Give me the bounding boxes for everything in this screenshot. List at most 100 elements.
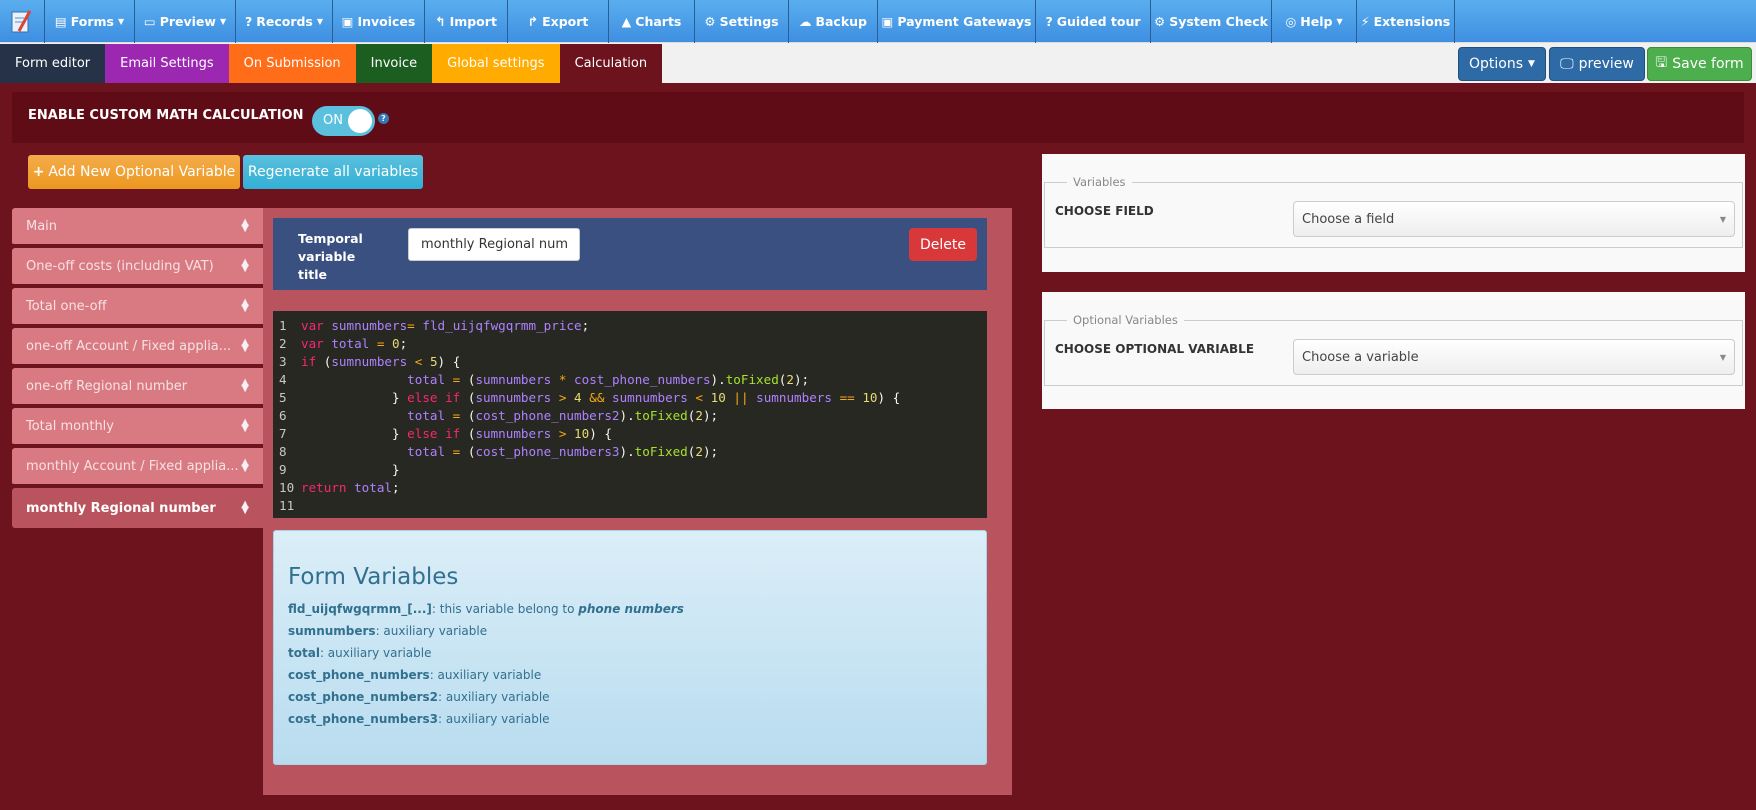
caret-down-icon: ▼ — [1336, 17, 1343, 26]
variable-list-item[interactable]: one-off Regional number ▲ ▼ — [12, 368, 263, 406]
variable-list-item[interactable]: one-off Account / Fixed applia... ▲ ▼ — [12, 328, 263, 366]
code-line: 3 if (sumnumbers < 5) { — [279, 354, 461, 369]
code-editor[interactable]: 1 var sumnumbers= fld_uijqfwgqrmm_price; 2… — [273, 311, 987, 518]
code-line: 8 total = (cost_phone_numbers3).toFixed(… — [279, 444, 719, 459]
nav-invoices[interactable]: ▣ Invoices — [333, 0, 425, 43]
code-line: 5 } else if (sumnumbers > 4 && sumnumber… — [279, 390, 901, 405]
variable-editor: Temporal variable title Delete 1var sumn… — [263, 208, 1012, 795]
variable-title-input[interactable] — [408, 228, 580, 261]
nav-preview[interactable]: ▭ Preview ▼ — [135, 0, 236, 43]
tab-invoice[interactable]: Invoice — [355, 44, 433, 83]
sort-icon: ▲ ▼ — [241, 217, 249, 234]
choose-field-label: CHOOSE FIELD — [1055, 204, 1154, 218]
enable-label: ENABLE CUSTOM MATH CALCULATION — [28, 108, 304, 123]
app-logo[interactable] — [0, 0, 45, 43]
code-line: 6 total = (cost_phone_numbers2).toFixed(… — [279, 408, 719, 423]
sort-icon: ▲ ▼ — [241, 417, 249, 434]
nav-guided-tour[interactable]: ? Guided tour — [1036, 0, 1151, 43]
options-button[interactable]: Options ▼ — [1458, 47, 1546, 81]
caret-down-icon: ▼ — [1528, 59, 1535, 69]
reply-icon: ↰ — [435, 14, 446, 29]
nav-export[interactable]: ↱ Export — [508, 0, 609, 43]
question-icon: ? — [1045, 14, 1053, 29]
code-line: 2 var total = 0; — [279, 336, 408, 351]
nav-settings[interactable]: ⚙ Settings — [695, 0, 789, 43]
variable-list-item[interactable]: One-off costs (including VAT) ▲ ▼ — [12, 248, 263, 286]
money-icon: ▣ — [881, 14, 894, 29]
sort-icon: ▲ ▼ — [241, 499, 249, 516]
optional-variables-legend: Optional Variables — [1067, 313, 1184, 327]
code-line: 10 return total; — [279, 480, 400, 495]
monitor-icon: ▭ — [143, 14, 156, 29]
nav-import[interactable]: ↰ Import — [425, 0, 508, 43]
form-variables-title: Form Variables — [288, 564, 459, 590]
plus-icon: + — [32, 164, 45, 180]
nav-charts[interactable]: ▲ Charts — [609, 0, 695, 43]
variable-header: Temporal variable title Delete — [273, 218, 987, 290]
code-line: 1 var sumnumbers= fld_uijqfwgqrmm_price; — [279, 318, 590, 333]
tab-calculation[interactable]: Calculation — [559, 44, 663, 83]
nav-forms[interactable]: ▤ Forms ▼ — [45, 0, 135, 43]
sort-icon: ▲ ▼ — [241, 377, 249, 394]
choose-variable-select[interactable]: Choose a variable ▼ — [1293, 339, 1735, 375]
regenerate-variables-button[interactable]: Regenerate all variables — [243, 155, 423, 189]
tab-email-settings[interactable]: Email Settings — [105, 44, 229, 83]
enable-toggle[interactable]: ON — [312, 106, 375, 136]
nav-system-check[interactable]: ⚙ System Check — [1151, 0, 1272, 43]
sort-icon: ▲ ▼ — [241, 297, 249, 314]
gear-icon: ⚙ — [1154, 14, 1166, 29]
nav-extensions[interactable]: ⚡ Extensions — [1357, 0, 1455, 43]
help-icon[interactable]: ? — [378, 113, 389, 124]
variable-list-item[interactable]: Main ▲ ▼ — [12, 208, 263, 246]
tab-form-editor[interactable]: Form editor — [0, 44, 106, 83]
nav-backup[interactable]: ☁ Backup — [789, 0, 878, 43]
add-optional-variable-button[interactable]: + Add New Optional Variable — [28, 155, 240, 189]
variable-list-item[interactable]: monthly Regional number ▲ ▼ — [12, 488, 263, 528]
form-variable-item: fld_uijqfwgqrmm_[...]: this variable bel… — [288, 602, 684, 616]
code-line: 4 total = (sumnumbers * cost_phone_numbe… — [279, 372, 810, 387]
preview-button[interactable]: 🖵 preview — [1549, 47, 1645, 81]
variables-panel: Variables CHOOSE FIELD Choose a field ▼ — [1042, 154, 1745, 272]
plug-icon: ⚡ — [1360, 14, 1370, 29]
variable-list: Main ▲ ▼ One-off costs (including VAT) ▲ ▼ Tot… — [12, 208, 263, 530]
caret-down-icon: ▼ — [219, 17, 227, 26]
code-line: 9 } — [279, 462, 400, 477]
caret-down-icon: ▼ — [117, 17, 125, 26]
nav-payment-gateways[interactable]: ▣ Payment Gateways — [878, 0, 1036, 43]
nav-help[interactable]: ◎ Help ▼ — [1272, 0, 1357, 43]
sort-icon: ▲ ▼ — [241, 257, 249, 274]
form-variable-item: cost_phone_numbers3: auxiliary variable — [288, 712, 550, 726]
save-form-button[interactable]: 🖫 Save form — [1647, 47, 1752, 81]
monitor-icon: 🖵 — [1560, 56, 1574, 72]
tab-on-submission[interactable]: On Submission — [228, 44, 356, 83]
form-variable-item: sumnumbers: auxiliary variable — [288, 624, 488, 638]
variable-list-item[interactable]: Total one-off ▲ ▼ — [12, 288, 263, 326]
toggle-knob — [348, 109, 372, 133]
enable-calculation-bar: ENABLE CUSTOM MATH CALCULATION ON ? — [12, 92, 1744, 143]
optional-variables-panel: Optional Variables CHOOSE OPTIONAL VARIA… — [1042, 292, 1745, 409]
form-variable-item: cost_phone_numbers: auxiliary variable — [288, 668, 542, 682]
title-label: Temporal variable title — [298, 231, 363, 282]
delete-button[interactable]: Delete — [909, 228, 977, 261]
calculation-page: ENABLE CUSTOM MATH CALCULATION ON ? + Add… — [0, 83, 1756, 810]
caret-down-icon: ▼ — [1719, 214, 1726, 224]
cloud-icon: ☁ — [798, 14, 812, 29]
nav-records[interactable]: ? Records ▼ — [236, 0, 333, 43]
choose-optional-variable-label: CHOOSE OPTIONAL VARIABLE — [1055, 342, 1255, 356]
code-line: 11 — [279, 498, 295, 513]
sort-icon: ▲ ▼ — [241, 457, 249, 474]
form-variable-item: cost_phone_numbers2: auxiliary variable — [288, 690, 550, 704]
file-icon: ▤ — [54, 14, 67, 29]
tab-global-settings[interactable]: Global settings — [432, 44, 560, 83]
chart-icon: ▲ — [621, 14, 632, 29]
lifebuoy-icon: ◎ — [1285, 14, 1297, 29]
question-icon: ? — [244, 14, 253, 29]
top-nav: ▤ Forms ▼ ▭ Preview ▼? Records ▼ ▣ Invoices ↰ Impor… — [0, 0, 1756, 43]
code-line: 7 } else if (sumnumbers > 10) { — [279, 426, 612, 441]
choose-field-select[interactable]: Choose a field ▼ — [1293, 201, 1735, 237]
variable-list-item[interactable]: Total monthly ▲ ▼ — [12, 408, 263, 446]
gear-icon: ⚙ — [704, 14, 716, 29]
money-icon: ▣ — [341, 14, 354, 29]
sort-icon: ▲ ▼ — [241, 337, 249, 354]
variable-list-item[interactable]: monthly Account / Fixed applia... ▲ ▼ — [12, 448, 263, 486]
